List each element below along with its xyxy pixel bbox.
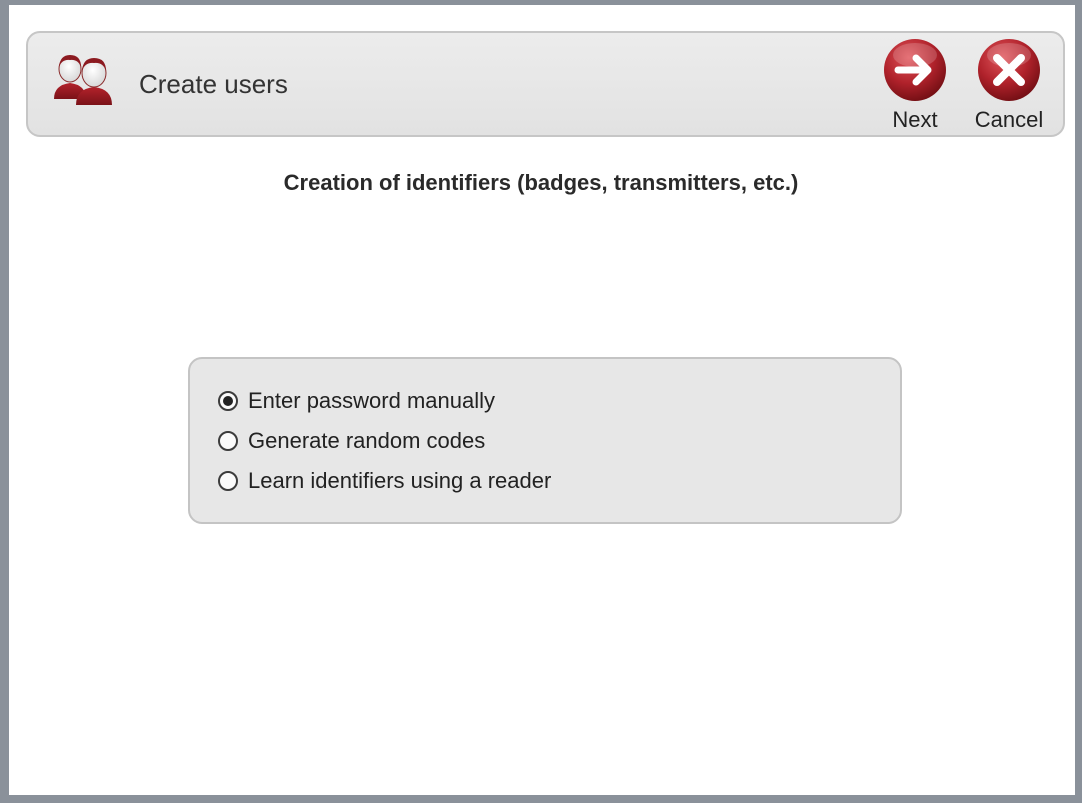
- next-button-label: Next: [892, 107, 938, 132]
- toolbar: Create users Next Cancel: [26, 31, 1065, 137]
- section-heading: Creation of identifiers (badges, transmi…: [283, 170, 799, 195]
- option-label: Learn identifiers using a reader: [248, 468, 552, 493]
- option-label: Enter password manually: [248, 388, 496, 413]
- option-label: Generate random codes: [248, 428, 486, 453]
- users-icon: [54, 55, 112, 105]
- cancel-button[interactable]: Cancel: [968, 35, 1050, 135]
- radio-button[interactable]: [218, 431, 238, 451]
- radio-button-selected[interactable]: [218, 391, 238, 411]
- option-enter-password-manually[interactable]: Enter password manually: [218, 386, 495, 416]
- option-learn-identifiers-using-reader[interactable]: Learn identifiers using a reader: [218, 466, 551, 496]
- radio-button[interactable]: [218, 471, 238, 491]
- identifier-options-group: Enter password manually Generate random …: [188, 357, 902, 524]
- toolbar-title: Create users: [139, 69, 288, 99]
- close-icon: [978, 39, 1040, 101]
- arrow-right-icon: [884, 39, 946, 101]
- cancel-button-label: Cancel: [974, 107, 1044, 132]
- next-button[interactable]: Next: [874, 35, 956, 135]
- option-generate-random-codes[interactable]: Generate random codes: [218, 426, 485, 456]
